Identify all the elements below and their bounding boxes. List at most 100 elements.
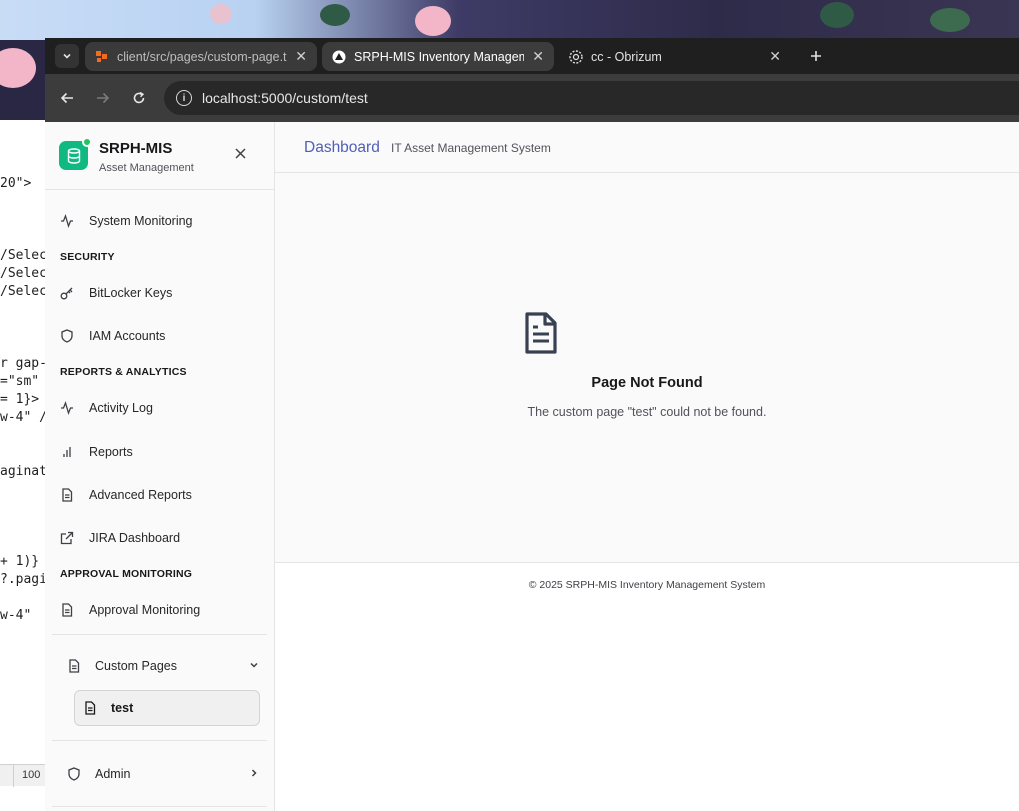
page-footer: © 2025 SRPH-MIS Inventory Management Sys… — [275, 562, 1019, 606]
leaf-decoration — [820, 2, 854, 28]
custom-pages-label: Custom Pages — [95, 659, 177, 673]
brand-title: SRPH-MIS — [99, 140, 173, 157]
code-line: /Selec — [0, 248, 46, 263]
brand-subtitle: Asset Management — [99, 162, 194, 174]
sidebar-item-custom-page-test[interactable]: test — [74, 690, 260, 726]
chevron-down-icon — [63, 53, 71, 59]
blossom-decoration — [415, 6, 451, 36]
browser-toolbar: i localhost:5000/custom/test — [45, 74, 1019, 122]
code-line: ?.pagi — [0, 572, 46, 587]
close-icon — [235, 148, 246, 159]
browser-window: client/src/pages/custom-page.t ✕ SRPH-MI… — [45, 38, 1019, 811]
sidebar-divider — [52, 806, 267, 807]
page-blank-area — [275, 606, 1019, 811]
file-text-icon — [60, 488, 74, 502]
sidebar-item-bitlocker-keys[interactable]: BitLocker Keys — [57, 278, 267, 308]
address-bar[interactable]: i localhost:5000/custom/test — [164, 81, 1019, 115]
code-editor-icon — [95, 50, 109, 64]
sidebar-item-iam-accounts[interactable]: IAM Accounts — [57, 321, 267, 351]
forward-button[interactable] — [91, 86, 115, 110]
sidebar-item-system-monitoring[interactable]: System Monitoring — [57, 206, 267, 236]
blossom-decoration — [0, 48, 36, 88]
browser-tab-active[interactable]: SRPH-MIS Inventory Manageme ✕ — [322, 42, 554, 71]
sidebar-item-jira-dashboard[interactable]: JIRA Dashboard — [57, 523, 267, 553]
activity-icon — [60, 401, 74, 415]
sidebar-brand: SRPH-MIS Asset Management — [45, 122, 274, 190]
bar-chart-icon — [60, 445, 74, 459]
close-icon[interactable]: ✕ — [532, 48, 544, 65]
arrow-right-icon — [97, 92, 110, 104]
file-text-icon — [525, 312, 557, 354]
code-line: r gap- — [0, 356, 46, 371]
sidebar-divider — [52, 740, 267, 741]
app-triangle-icon — [332, 50, 346, 64]
page-subtitle: IT Asset Management System — [391, 141, 551, 155]
reload-button[interactable] — [127, 86, 151, 110]
external-link-icon — [60, 531, 74, 545]
sidebar-item-advanced-reports[interactable]: Advanced Reports — [57, 480, 267, 510]
sidebar-item-label: Advanced Reports — [89, 488, 192, 502]
leaf-decoration — [930, 8, 970, 32]
tab-title: SRPH-MIS Inventory Manageme — [354, 49, 525, 64]
close-icon[interactable]: ✕ — [769, 48, 781, 65]
browser-tab[interactable]: cc - Obrizum ✕ — [559, 42, 791, 71]
zoom-level: 100 — [22, 769, 41, 781]
status-dot — [82, 137, 92, 147]
browser-tab[interactable]: client/src/pages/custom-page.t ✕ — [85, 42, 317, 71]
code-line: w-4" — [0, 608, 32, 623]
globe-icon — [569, 49, 583, 64]
tab-strip: client/src/pages/custom-page.t ✕ SRPH-MI… — [45, 38, 1019, 74]
page-title: Dashboard — [304, 139, 380, 156]
not-found-message: The custom page "test" could not be foun… — [527, 405, 767, 419]
sidebar-item-label: BitLocker Keys — [89, 286, 173, 300]
code-line: + 1)} — [0, 554, 40, 569]
section-label-security: SECURITY — [60, 251, 115, 263]
sidebar-item-label: Activity Log — [89, 401, 153, 415]
content-area: Page Not Found The custom page "test" co… — [275, 173, 1019, 562]
background-code-editor: 20"> /Selec /Selec /Selec r gap- ="sm" =… — [0, 120, 46, 811]
code-line: w-4" / — [0, 410, 46, 425]
sidebar-item-label: Admin — [95, 767, 131, 781]
sidebar-item-label: IAM Accounts — [89, 329, 166, 343]
plus-icon — [811, 51, 821, 61]
shield-icon — [67, 767, 81, 781]
sidebar-divider — [52, 634, 267, 635]
section-label-reports-analytics: REPORTS & ANALYTICS — [60, 366, 187, 378]
code-line: ="sm" — [0, 374, 40, 389]
sidebar-item-label: Reports — [89, 445, 133, 459]
sidebar-item-activity-log[interactable]: Activity Log — [57, 393, 267, 423]
web-page: SRPH-MIS Asset Management System Monitor… — [45, 122, 1019, 811]
custom-pages-toggle[interactable]: Custom Pages — [59, 651, 259, 681]
new-tab-button[interactable] — [804, 44, 828, 68]
back-button[interactable] — [55, 86, 79, 110]
sidebar-item-approval-monitoring[interactable]: Approval Monitoring — [57, 595, 267, 625]
file-text-icon — [60, 603, 74, 617]
sidebar: SRPH-MIS Asset Management System Monitor… — [45, 122, 275, 811]
code-line: 20"> — [0, 176, 32, 191]
main-area: Dashboard IT Asset Management System Pag… — [275, 122, 1019, 811]
status-box — [0, 765, 14, 787]
sidebar-item-reports[interactable]: Reports — [57, 437, 267, 467]
code-line: aginat — [0, 464, 46, 479]
sidebar-item-label: JIRA Dashboard — [89, 531, 181, 545]
arrow-left-icon — [60, 92, 73, 104]
wallpaper-sky — [0, 0, 1019, 40]
tab-search-button[interactable] — [55, 44, 79, 68]
site-info-icon[interactable]: i — [176, 90, 192, 106]
sidebar-item-admin[interactable]: Admin — [59, 759, 259, 789]
footer-text: © 2025 SRPH-MIS Inventory Management Sys… — [528, 579, 766, 591]
blossom-decoration — [210, 4, 232, 24]
file-text-icon — [83, 701, 97, 715]
activity-icon — [60, 214, 74, 228]
file-icon — [67, 659, 81, 673]
close-sidebar-button[interactable] — [235, 146, 246, 163]
tab-title: cc - Obrizum — [591, 49, 662, 64]
code-line: /Selec — [0, 284, 46, 299]
chevron-down-icon — [249, 660, 259, 673]
reload-icon — [133, 91, 145, 104]
close-icon[interactable]: ✕ — [295, 48, 307, 65]
sidebar-item-label: test — [111, 701, 134, 715]
code-line: /Selec — [0, 266, 46, 281]
tab-title: client/src/pages/custom-page.t — [117, 49, 287, 64]
not-found-title: Page Not Found — [591, 375, 703, 391]
